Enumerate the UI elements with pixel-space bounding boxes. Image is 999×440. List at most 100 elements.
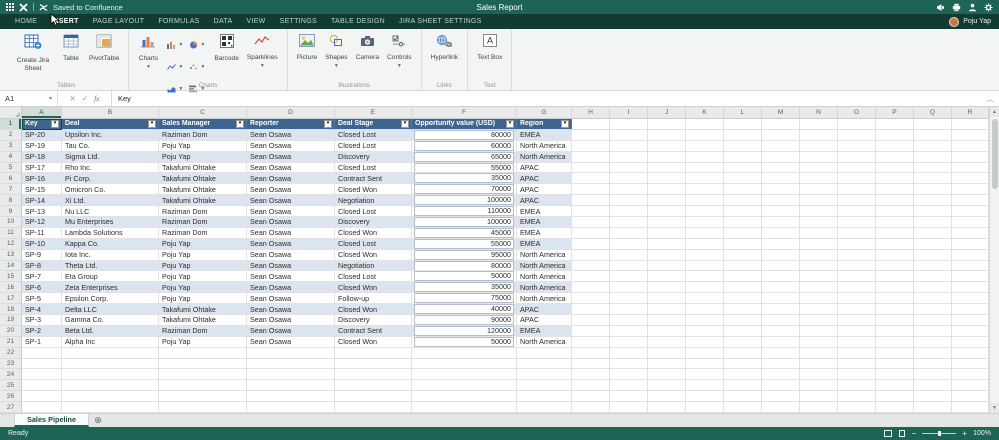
cell-G6[interactable]: APAC: [517, 173, 572, 185]
scroll-down-icon[interactable]: ▼: [990, 403, 999, 413]
cell-Q20[interactable]: [914, 325, 952, 337]
cell-P6[interactable]: [876, 173, 914, 185]
cell-I2[interactable]: [610, 129, 648, 141]
cell-B26[interactable]: [62, 391, 159, 403]
cell-Q11[interactable]: [914, 227, 952, 239]
cell-E5[interactable]: Closed Lost: [335, 162, 412, 174]
cell-F2[interactable]: 80000: [412, 129, 517, 141]
cell-P1[interactable]: [876, 119, 914, 130]
cell-K26[interactable]: [686, 391, 724, 403]
cell-I8[interactable]: [610, 195, 648, 207]
cell-A25[interactable]: [22, 380, 62, 392]
cell-M6[interactable]: [762, 173, 800, 185]
cell-L18[interactable]: [724, 304, 762, 316]
cell-Q4[interactable]: [914, 151, 952, 163]
cell-A17[interactable]: SP-5: [22, 293, 62, 305]
confirm-entry-icon[interactable]: ✓: [82, 94, 88, 103]
row-header-13[interactable]: 13: [0, 249, 22, 261]
cell-M15[interactable]: [762, 271, 800, 283]
row-header-8[interactable]: 8: [0, 195, 22, 207]
cell-C14[interactable]: Poju Yap: [159, 260, 247, 272]
cell-C13[interactable]: Poju Yap: [159, 249, 247, 261]
cell-O10[interactable]: [838, 217, 876, 228]
cell-D12[interactable]: Sean Osawa: [247, 238, 335, 250]
cell-A26[interactable]: [22, 391, 62, 403]
cell-P7[interactable]: [876, 184, 914, 196]
cell-B18[interactable]: Delta LLC: [62, 304, 159, 316]
cell-K2[interactable]: [686, 129, 724, 141]
cell-O1[interactable]: [838, 119, 876, 130]
row-header-22[interactable]: 22: [0, 347, 22, 359]
menu-tab-table-design[interactable]: TABLE DESIGN: [324, 14, 392, 29]
table-button[interactable]: Table: [58, 32, 84, 65]
cell-I19[interactable]: [610, 315, 648, 326]
cell-L17[interactable]: [724, 293, 762, 305]
cell-B27[interactable]: [62, 402, 159, 413]
cell-J14[interactable]: [648, 260, 686, 272]
cell-G7[interactable]: APAC: [517, 184, 572, 196]
cell-A12[interactable]: SP-10: [22, 238, 62, 250]
cell-G5[interactable]: APAC: [517, 162, 572, 174]
cell-C19[interactable]: Takafumi Ohtake: [159, 315, 247, 326]
row-header-16[interactable]: 16: [0, 282, 22, 294]
cell-A24[interactable]: [22, 369, 62, 381]
cell-A2[interactable]: SP-20: [22, 129, 62, 141]
cell-E4[interactable]: Discovery: [335, 151, 412, 163]
cell-L6[interactable]: [724, 173, 762, 185]
cell-M26[interactable]: [762, 391, 800, 403]
cell-F19[interactable]: 90000: [412, 315, 517, 326]
camera-button[interactable]: Camera: [353, 32, 382, 64]
cell-Q5[interactable]: [914, 162, 952, 174]
cell-M7[interactable]: [762, 184, 800, 196]
cell-H6[interactable]: [572, 173, 610, 185]
cell-N20[interactable]: [800, 325, 838, 337]
cell-J25[interactable]: [648, 380, 686, 392]
cell-O21[interactable]: [838, 336, 876, 348]
cell-N3[interactable]: [800, 140, 838, 152]
cell-I20[interactable]: [610, 325, 648, 337]
menu-tab-settings[interactable]: SETTINGS: [273, 14, 324, 29]
row-header-9[interactable]: 9: [0, 206, 22, 218]
cell-H15[interactable]: [572, 271, 610, 283]
cell-K17[interactable]: [686, 293, 724, 305]
cell-Q10[interactable]: [914, 217, 952, 228]
cell-F20[interactable]: 120000: [412, 325, 517, 337]
column-header-R[interactable]: R: [952, 107, 989, 118]
zoom-out-icon[interactable]: −: [912, 429, 917, 438]
cell-K12[interactable]: [686, 238, 724, 250]
cell-C10[interactable]: Raziman Dom: [159, 217, 247, 228]
cell-O7[interactable]: [838, 184, 876, 196]
cell-O4[interactable]: [838, 151, 876, 163]
sheet-tab-sales-pipeline[interactable]: Sales Pipeline: [14, 414, 90, 427]
cell-D19[interactable]: Sean Osawa: [247, 315, 335, 326]
zoom-slider-knob[interactable]: [938, 431, 942, 436]
cell-M23[interactable]: [762, 358, 800, 370]
cell-B9[interactable]: Nu LLC: [62, 206, 159, 218]
cell-K11[interactable]: [686, 227, 724, 239]
cell-M12[interactable]: [762, 238, 800, 250]
zoom-in-icon[interactable]: +: [962, 429, 967, 438]
cell-Q9[interactable]: [914, 206, 952, 218]
cell-A21[interactable]: SP-1: [22, 336, 62, 348]
cell-L8[interactable]: [724, 195, 762, 207]
cell-H13[interactable]: [572, 249, 610, 261]
cell-L3[interactable]: [724, 140, 762, 152]
cell-D15[interactable]: Sean Osawa: [247, 271, 335, 283]
cell-C7[interactable]: Takafumi Ohtake: [159, 184, 247, 196]
cell-D27[interactable]: [247, 402, 335, 413]
cell-F3[interactable]: 60000: [412, 140, 517, 152]
cell-O24[interactable]: [838, 369, 876, 381]
cell-M22[interactable]: [762, 347, 800, 359]
cell-F6[interactable]: 35000: [412, 173, 517, 185]
cell-E14[interactable]: Negotiation: [335, 260, 412, 272]
menu-tab-view[interactable]: VIEW: [240, 14, 273, 29]
cell-J9[interactable]: [648, 206, 686, 218]
cell-D14[interactable]: Sean Osawa: [247, 260, 335, 272]
cell-M1[interactable]: [762, 119, 800, 130]
cell-K6[interactable]: [686, 173, 724, 185]
cell-P3[interactable]: [876, 140, 914, 152]
column-header-H[interactable]: H: [572, 107, 610, 118]
cell-I10[interactable]: [610, 217, 648, 228]
cell-P8[interactable]: [876, 195, 914, 207]
normal-view-icon[interactable]: [883, 430, 892, 437]
